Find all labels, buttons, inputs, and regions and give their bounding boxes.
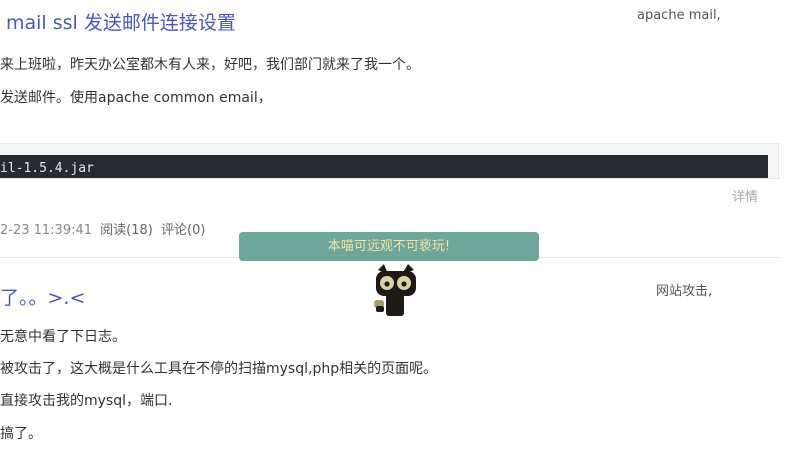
post-title-link[interactable]: 了。。>.< — [0, 283, 85, 310]
post-tags[interactable]: apache mail, — [637, 8, 721, 23]
post-excerpt-line: 直接攻击我的mysql，端口. — [0, 393, 173, 409]
post-excerpt-line: 来上班啦，昨天办公室都木有人来，好吧，我们部门就来了我一个。 — [0, 57, 420, 73]
read-count-link[interactable]: 阅读(18) — [100, 223, 153, 238]
post-excerpt-line: 无意中看了下日志。 — [0, 329, 126, 345]
post-date: 2-23 11:39:41 — [0, 223, 93, 238]
post-meta: 2-23 11:39:41 阅读(18) 评论(0) — [0, 219, 205, 238]
code-block: il-1.5.4.jar — [0, 143, 779, 179]
post-excerpt-line: 发送邮件。使用apache common email， — [0, 90, 272, 106]
post-title-link[interactable]: mail ssl 发送邮件连接设置 — [6, 8, 236, 35]
post-tags[interactable]: 网站攻击, — [656, 280, 712, 299]
post-excerpt-line: 被攻击了，这大概是什么工具在不停的扫描mysql,php相关的页面呢。 — [0, 361, 438, 377]
code-block-inner: il-1.5.4.jar — [0, 155, 768, 178]
mascot-tooltip: 本喵可远观不可亵玩! — [239, 232, 539, 261]
post-excerpt-line: 搞了。 — [0, 426, 42, 442]
code-line: il-1.5.4.jar — [0, 161, 94, 176]
comment-count-link[interactable]: 评论(0) — [161, 223, 205, 238]
black-cat-icon[interactable] — [370, 262, 420, 320]
read-more-link[interactable]: 详情 — [732, 186, 758, 205]
